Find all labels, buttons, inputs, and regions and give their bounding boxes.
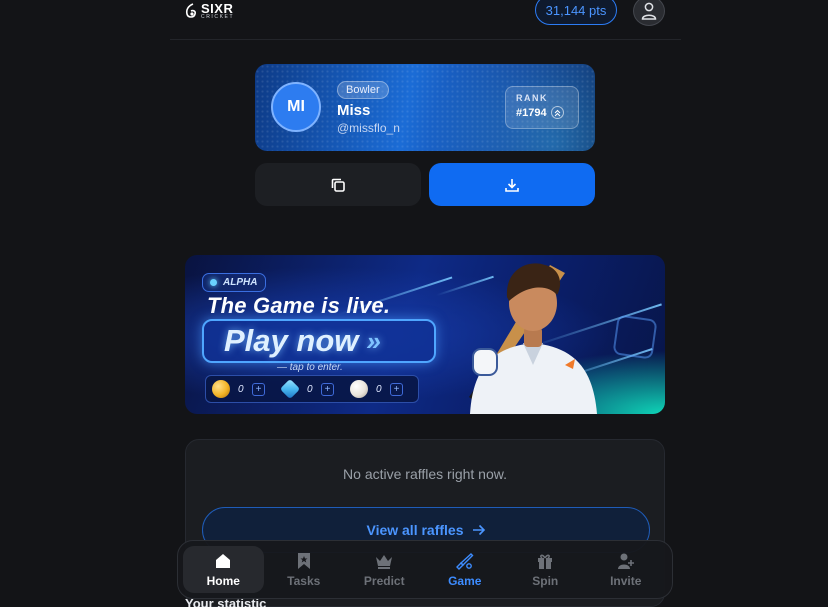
- rank-value: #1794: [516, 106, 547, 119]
- user-icon: [641, 2, 657, 20]
- download-icon: [505, 178, 519, 192]
- gem-resource: 0 +: [279, 378, 334, 400]
- view-all-raffles-label: View all raffles: [366, 522, 464, 538]
- nav-item-home[interactable]: Home: [183, 546, 264, 593]
- nav-label-game: Game: [448, 573, 482, 588]
- resource-bar: 0 + 0 + 0 +: [205, 375, 419, 403]
- nav-label-tasks: Tasks: [287, 573, 321, 588]
- nav-label-spin: Spin: [532, 573, 559, 588]
- bottom-nav: Home Tasks Predict Game Spin Invite: [177, 540, 673, 599]
- coin-count: 0: [238, 383, 244, 395]
- nav-item-invite[interactable]: Invite: [586, 546, 667, 593]
- cricket-bat-icon: [455, 552, 474, 570]
- bookmark-icon: [297, 552, 310, 569]
- alpha-badge: ALPHA: [202, 273, 267, 292]
- double-chevron-icon: »: [366, 325, 381, 356]
- rank-label: RANK: [516, 93, 548, 103]
- copy-button[interactable]: [255, 163, 421, 206]
- play-now-button[interactable]: Play now »: [202, 319, 436, 363]
- profile-button[interactable]: [633, 0, 665, 26]
- gem-count: 0: [307, 383, 313, 395]
- gift-icon: [538, 554, 553, 569]
- play-now-label: Play now: [224, 323, 359, 358]
- banner-headline: The Game is live.: [207, 293, 391, 318]
- tap-to-enter-text: — tap to enter.: [277, 362, 343, 373]
- ball-resource: 0 +: [350, 380, 403, 398]
- add-user-icon: [617, 553, 634, 569]
- home-icon: [216, 553, 231, 568]
- nav-label-home: Home: [206, 573, 240, 588]
- nav-label-predict: Predict: [363, 573, 405, 588]
- game-banner[interactable]: ALPHA The Game is live. Play now » — tap…: [185, 255, 665, 414]
- avatar: MI: [271, 82, 321, 132]
- add-ball-button[interactable]: +: [390, 382, 403, 396]
- app-column: SIXR CRICKET 31,144 pts MI Bowler Miss @…: [170, 0, 681, 607]
- nav-item-tasks[interactable]: Tasks: [264, 546, 345, 593]
- role-badge: Bowler: [337, 81, 389, 99]
- rank-box: RANK #1794: [505, 86, 579, 129]
- top-bar: SIXR CRICKET 31,144 pts: [170, 0, 681, 40]
- add-gem-button[interactable]: +: [321, 382, 334, 396]
- nav-item-game[interactable]: Game: [425, 546, 506, 593]
- logo-mark-icon: [185, 3, 196, 18]
- crown-icon: [376, 554, 393, 569]
- ball-icon: [350, 380, 368, 398]
- coin-icon: [212, 380, 230, 398]
- gem-icon: [279, 378, 301, 400]
- profile-name: Miss: [337, 102, 371, 119]
- rank-up-icon: [550, 106, 564, 119]
- copy-icon: [331, 178, 345, 192]
- coin-resource: 0 +: [212, 380, 265, 398]
- sixr-logo[interactable]: SIXR CRICKET: [184, 2, 234, 20]
- download-button[interactable]: [429, 163, 595, 206]
- arrow-right-icon: [472, 524, 485, 536]
- raffles-empty-text: No active raffles right now.: [343, 466, 507, 482]
- nav-item-spin[interactable]: Spin: [505, 546, 586, 593]
- profile-card: MI Bowler Miss @missflo_n RANK #1794: [255, 64, 595, 151]
- nav-label-invite: Invite: [610, 573, 642, 588]
- nav-item-predict[interactable]: Predict: [344, 546, 425, 593]
- logo-subtitle: CRICKET: [201, 14, 235, 20]
- ball-count: 0: [376, 383, 382, 395]
- points-badge[interactable]: 31,144 pts: [535, 0, 617, 25]
- emblem-icon: [612, 314, 658, 360]
- add-coin-button[interactable]: +: [252, 382, 265, 396]
- profile-handle: @missflo_n: [337, 121, 400, 135]
- cricketer-illustration: [469, 263, 597, 414]
